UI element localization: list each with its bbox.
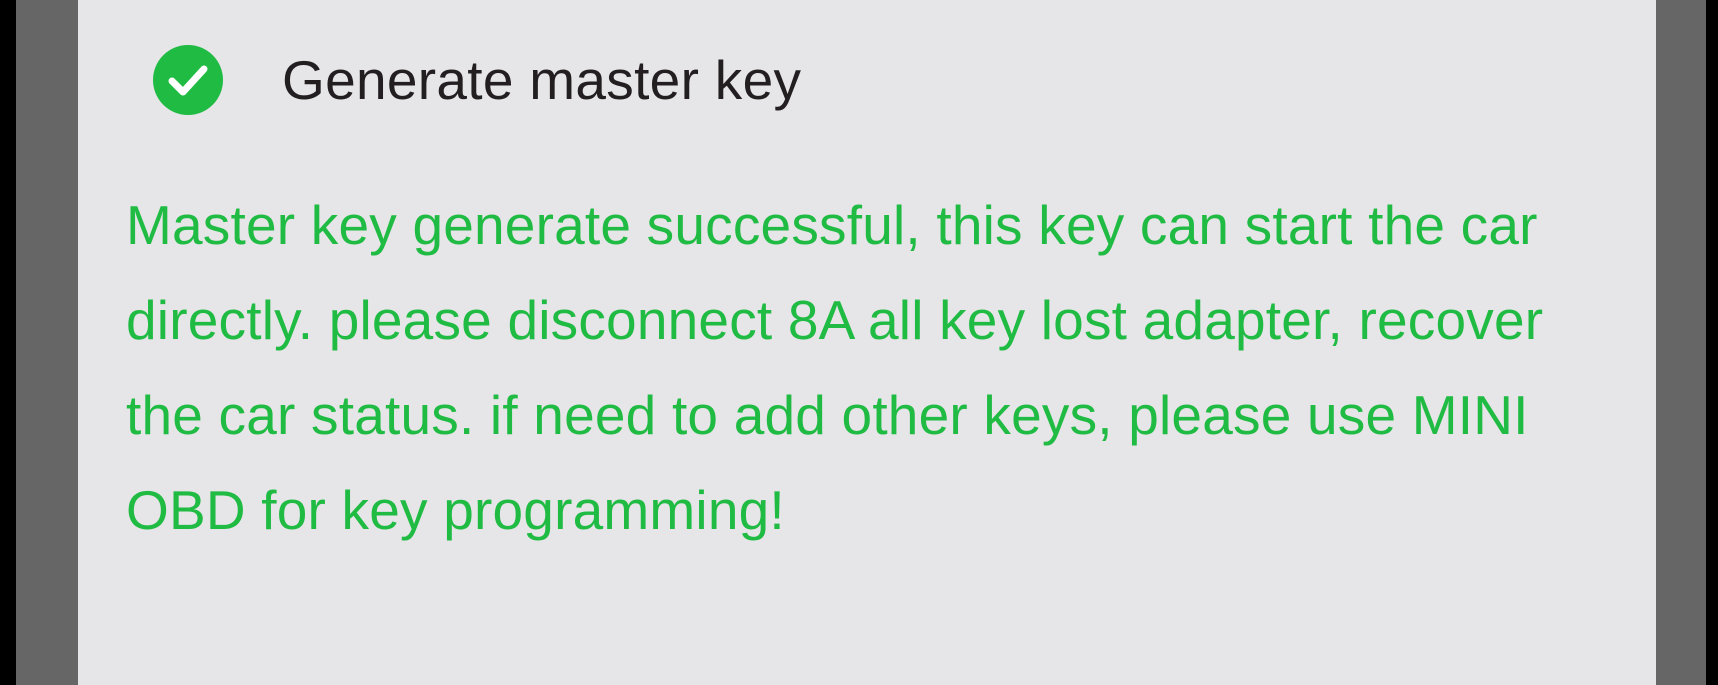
check-circle-icon	[153, 45, 223, 115]
step-result-panel: Generate master key Master key generate …	[78, 0, 1656, 685]
screen: Generate master key Master key generate …	[0, 0, 1718, 685]
device-bezel-left	[0, 0, 16, 685]
success-message: Master key generate successful, this key…	[126, 194, 1544, 541]
step-item-generate-master-key: Generate master key	[152, 40, 801, 120]
step-title: Generate master key	[282, 49, 802, 111]
device-bezel-right	[1706, 0, 1718, 685]
